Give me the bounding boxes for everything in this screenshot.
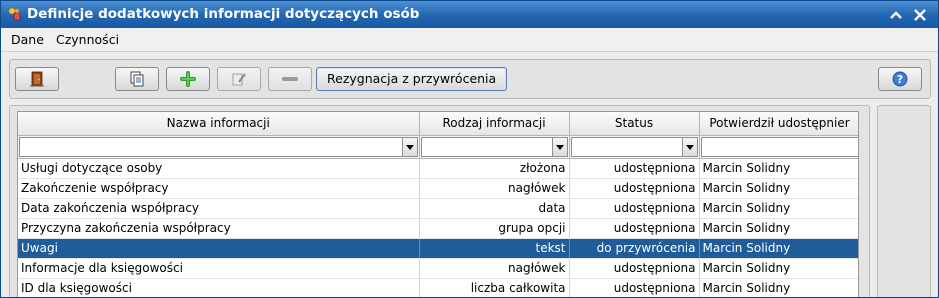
table-row[interactable]: Informacje dla księgowości nagłówek udos…	[18, 258, 858, 279]
cell-name: Zakończenie współpracy	[18, 178, 420, 199]
cell-type: tekst	[419, 238, 570, 259]
filter-status-input[interactable]	[570, 136, 698, 157]
menu-czynnosci[interactable]: Czynności	[56, 32, 119, 47]
chevron-down-icon[interactable]	[551, 137, 567, 156]
app-icon	[8, 7, 22, 21]
cell-confirmed-by: Marcin Solidny	[699, 218, 858, 239]
cell-status: udostępniona	[569, 158, 700, 179]
edit-button[interactable]	[217, 67, 261, 91]
column-header-confirmed-by[interactable]: Potwierdził udostępnier	[699, 112, 858, 136]
help-icon: ?	[892, 71, 908, 87]
cell-confirmed-by: Marcin Solidny	[699, 178, 858, 199]
cell-type: nagłówek	[419, 178, 570, 199]
svg-text:?: ?	[897, 73, 903, 86]
cell-type: złożona	[419, 158, 570, 179]
filter-cell	[699, 135, 858, 159]
cell-name: Informacje dla księgowości	[18, 258, 420, 279]
cell-confirmed-by: Marcin Solidny	[699, 258, 858, 279]
definitions-grid: Nazwa informacji Rodzaj informacji Statu…	[17, 111, 859, 297]
cell-confirmed-by: Marcin Solidny	[699, 158, 858, 179]
close-icon[interactable]	[909, 4, 931, 26]
cell-name: Przyczyna zakończenia współpracy	[18, 218, 420, 239]
cell-status: udostępniona	[569, 258, 700, 279]
menu-bar: Dane Czynności	[1, 28, 938, 52]
cell-confirmed-by: Marcin Solidny	[699, 238, 858, 259]
filter-cell	[569, 135, 700, 159]
cell-status: do przywrócenia	[569, 238, 700, 259]
window-title: Definicje dodatkowych informacji dotyczą…	[27, 6, 420, 22]
filter-cell	[18, 135, 420, 159]
plus-icon	[180, 71, 196, 87]
cell-status: udostępniona	[569, 278, 700, 297]
cell-type: liczba całkowita	[419, 278, 570, 297]
table-row[interactable]: Usługi dotyczące osoby złożona udostępni…	[18, 158, 858, 179]
cell-status: udostępniona	[569, 178, 700, 199]
filter-cell	[419, 135, 570, 159]
cell-name: ID dla księgowości	[18, 278, 420, 297]
table-row-selected[interactable]: Uwagi tekst do przywrócenia Marcin Solid…	[18, 238, 858, 259]
door-exit-icon	[30, 71, 44, 87]
main-window: Definicje dodatkowych informacji dotyczą…	[0, 0, 939, 298]
delete-button[interactable]	[268, 67, 312, 91]
title-bar: Definicje dodatkowych informacji dotyczą…	[1, 1, 938, 28]
cell-confirmed-by: Marcin Solidny	[699, 278, 858, 297]
side-panel	[877, 105, 931, 297]
add-button[interactable]	[166, 67, 210, 91]
exit-button[interactable]	[15, 67, 59, 91]
cell-name: Data zakończenia współpracy	[18, 198, 420, 219]
cell-name: Usługi dotyczące osoby	[18, 158, 420, 179]
resign-restore-button[interactable]: Rezygnacja z przywrócenia	[316, 67, 508, 91]
chevron-down-icon[interactable]	[401, 137, 417, 156]
table-row[interactable]: ID dla księgowości liczba całkowita udos…	[18, 278, 858, 297]
cell-type: nagłówek	[419, 258, 570, 279]
cell-type: data	[419, 198, 570, 219]
table-row[interactable]: Zakończenie współpracy nagłówek udostępn…	[18, 178, 858, 199]
cell-name: Uwagi	[18, 238, 420, 259]
cell-status: udostępniona	[569, 198, 700, 219]
filter-confirmed-input[interactable]	[700, 136, 858, 157]
chevron-down-icon[interactable]	[681, 137, 697, 156]
copy-button[interactable]	[115, 67, 159, 91]
collapse-chevron-icon[interactable]	[885, 4, 907, 26]
cell-confirmed-by: Marcin Solidny	[699, 198, 858, 219]
copy-document-icon	[130, 71, 144, 87]
table-row[interactable]: Data zakończenia współpracy data udostęp…	[18, 198, 858, 219]
cell-status: udostępniona	[569, 218, 700, 239]
table-row[interactable]: Przyczyna zakończenia współpracy grupa o…	[18, 218, 858, 239]
toolbar: Rezygnacja z przywrócenia ?	[9, 59, 931, 99]
filter-name-input[interactable]	[19, 136, 418, 157]
column-header-name[interactable]: Nazwa informacji	[18, 112, 420, 136]
help-button[interactable]: ?	[878, 67, 922, 91]
minus-icon	[282, 77, 298, 81]
cell-type: grupa opcji	[419, 218, 570, 239]
column-header-type[interactable]: Rodzaj informacji	[419, 112, 570, 136]
column-header-status[interactable]: Status	[569, 112, 700, 136]
menu-dane[interactable]: Dane	[11, 32, 44, 47]
edit-pencil-icon	[232, 73, 246, 86]
filter-type-input[interactable]	[420, 136, 568, 157]
